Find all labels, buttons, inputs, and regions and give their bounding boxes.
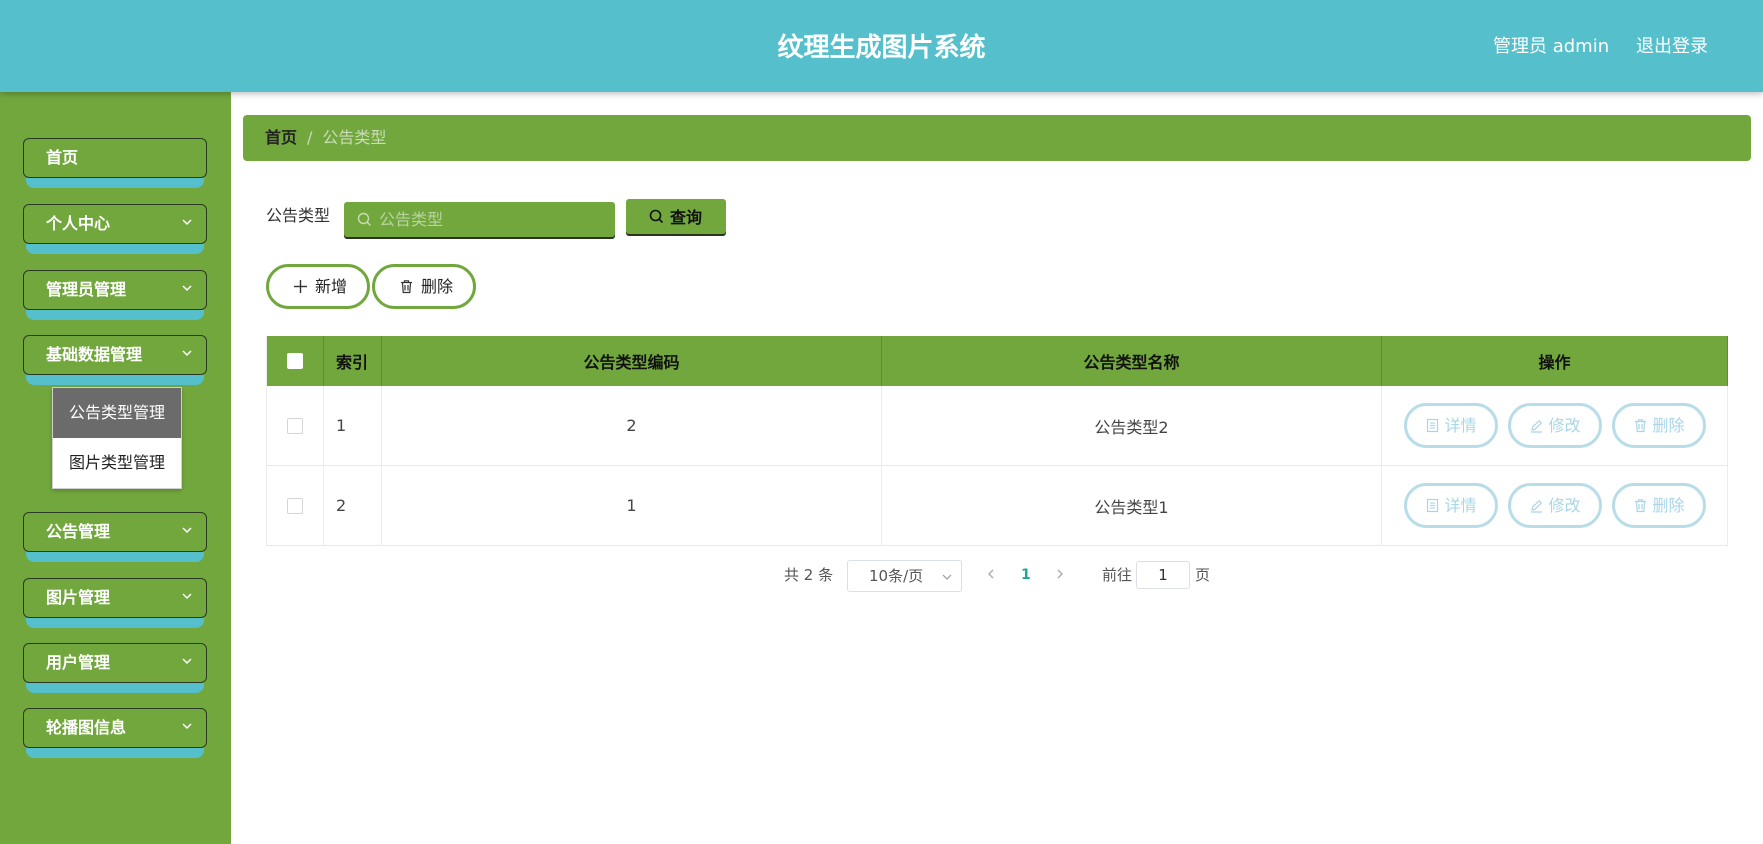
- chevron-left-icon[interactable]: [985, 568, 997, 580]
- chevron-down-icon: [942, 574, 952, 580]
- goto-page-input[interactable]: 1: [1136, 561, 1190, 589]
- detail-button[interactable]: 详情: [1403, 483, 1498, 528]
- page-number-current[interactable]: 1: [1021, 558, 1031, 592]
- col-header-code: 公告类型编码: [382, 336, 882, 386]
- col-header-index: 索引: [324, 336, 382, 386]
- trash-icon: [1634, 419, 1646, 433]
- notice-type-table: 索引 公告类型编码 公告类型名称 操作 1 2 公告类型2 详情 修改 删除 2: [266, 336, 1728, 546]
- trash-icon: [401, 280, 412, 294]
- cell-code: 1: [382, 466, 882, 545]
- sidebar-item-home[interactable]: 首页: [23, 138, 207, 188]
- breadcrumb-separator: /: [307, 128, 313, 147]
- search-placeholder: 公告类型: [379, 210, 444, 229]
- search-input[interactable]: 公告类型: [344, 202, 615, 237]
- search-label: 公告类型: [266, 206, 331, 225]
- edit-button-label: 修改: [1548, 496, 1581, 515]
- edit-button[interactable]: 修改: [1507, 403, 1602, 448]
- chevron-down-icon: [182, 219, 192, 226]
- batch-delete-button-label: 删除: [421, 277, 454, 296]
- document-icon: [1426, 498, 1438, 513]
- table-header: 索引 公告类型编码 公告类型名称 操作: [266, 336, 1728, 386]
- chevron-right-icon[interactable]: [1054, 568, 1066, 580]
- cell-code: 2: [382, 386, 882, 465]
- cell-name: 公告类型1: [882, 466, 1382, 545]
- table-row: 1 2 公告类型2 详情 修改 删除: [266, 386, 1728, 466]
- table-row: 2 1 公告类型1 详情 修改 删除: [266, 466, 1728, 546]
- pencil-icon: [1530, 419, 1542, 433]
- sidebar-item-user-management[interactable]: 用户管理: [23, 643, 207, 693]
- submenu-item-notice-type[interactable]: 公告类型管理: [53, 388, 181, 438]
- edit-button[interactable]: 修改: [1507, 483, 1602, 528]
- add-button-label: 新增: [315, 277, 348, 296]
- cell-index: 1: [324, 386, 382, 465]
- delete-button[interactable]: 删除: [1611, 483, 1706, 528]
- breadcrumb: 首页 / 公告类型: [243, 115, 1751, 161]
- pencil-icon: [1530, 499, 1542, 513]
- detail-button-label: 详情: [1444, 496, 1477, 515]
- select-all-checkbox[interactable]: [287, 353, 303, 369]
- pagination: 共 2 条 10条/页 1 前往 1 页: [0, 558, 1763, 592]
- sidebar-item-label[interactable]: 首页: [23, 138, 207, 178]
- sidebar-item-personal-center[interactable]: 个人中心: [23, 204, 207, 254]
- search-icon: [649, 209, 664, 224]
- cell-index: 2: [324, 466, 382, 545]
- logout-link[interactable]: 退出登录: [1636, 0, 1708, 94]
- page-size-value: 10条/页: [869, 567, 924, 585]
- delete-button-label: 删除: [1652, 496, 1685, 515]
- row-checkbox[interactable]: [287, 497, 303, 514]
- query-button-label: 查询: [670, 208, 703, 227]
- document-icon: [1426, 418, 1438, 433]
- submenu-item-image-type[interactable]: 图片类型管理: [53, 438, 181, 488]
- chevron-down-icon: [182, 350, 192, 357]
- chevron-down-icon: [182, 723, 192, 730]
- trash-icon: [1634, 499, 1646, 513]
- chevron-down-icon: [182, 658, 192, 665]
- sidebar-item-admin-management[interactable]: 管理员管理: [23, 270, 207, 320]
- col-header-name: 公告类型名称: [882, 336, 1382, 386]
- admin-user-label: 管理员 admin: [1493, 36, 1610, 57]
- chevron-down-icon: [182, 285, 192, 292]
- breadcrumb-home[interactable]: 首页: [265, 128, 297, 147]
- sidebar-item-basic-data[interactable]: 基础数据管理: [23, 335, 207, 385]
- page-size-select[interactable]: 10条/页: [847, 560, 962, 592]
- basic-data-submenu: 公告类型管理 图片类型管理: [52, 387, 182, 489]
- query-button[interactable]: 查询: [626, 199, 726, 234]
- delete-button[interactable]: 删除: [1611, 403, 1706, 448]
- add-button[interactable]: 新增: [266, 264, 370, 309]
- plus-icon: [294, 280, 307, 293]
- cell-name: 公告类型2: [882, 386, 1382, 465]
- detail-button-label: 详情: [1444, 416, 1477, 435]
- goto-suffix: 页: [1195, 566, 1211, 584]
- goto-label: 前往: [1102, 566, 1133, 584]
- search-icon: [357, 212, 371, 226]
- delete-button-label: 删除: [1652, 416, 1685, 435]
- chevron-down-icon: [182, 527, 192, 534]
- col-header-ops: 操作: [1382, 336, 1728, 386]
- sidebar-item-notice-management[interactable]: 公告管理: [23, 512, 207, 562]
- top-header: 纹理生成图片系统 管理员 admin 退出登录: [0, 0, 1763, 92]
- batch-delete-button[interactable]: 删除: [372, 264, 476, 309]
- breadcrumb-current: 公告类型: [322, 128, 387, 147]
- edit-button-label: 修改: [1548, 416, 1581, 435]
- sidebar-item-carousel[interactable]: 轮播图信息: [23, 708, 207, 758]
- pagination-total: 共 2 条: [784, 566, 834, 584]
- row-checkbox[interactable]: [287, 417, 303, 434]
- detail-button[interactable]: 详情: [1403, 403, 1498, 448]
